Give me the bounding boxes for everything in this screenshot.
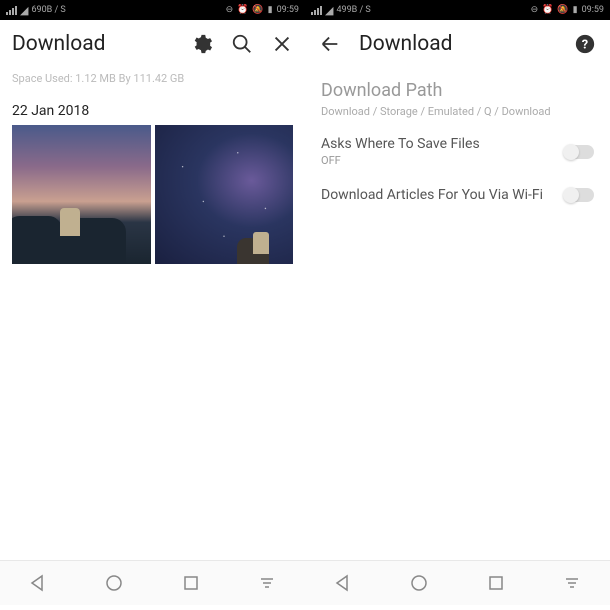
toggle-switch[interactable] [564, 145, 594, 159]
menu-down-icon [560, 571, 584, 595]
page-title: Download [359, 32, 556, 56]
back-button[interactable] [319, 33, 341, 55]
network-speed: 690B / S [31, 5, 65, 15]
alarm-icon: ⏰ [542, 5, 553, 15]
nav-home-button[interactable] [102, 571, 126, 595]
silent-icon: 🔕 [557, 5, 568, 15]
nav-menu-button[interactable] [255, 571, 279, 595]
nav-menu-button[interactable] [560, 571, 584, 595]
space-used-label: Space Used: 1.12 MB By 111.42 GB [0, 68, 305, 95]
nav-home-button[interactable] [407, 571, 431, 595]
menu-down-icon [255, 571, 279, 595]
search-icon [231, 33, 253, 55]
setting-sublabel: OFF [321, 154, 564, 167]
clock-text: 09:59 [277, 5, 299, 15]
gear-icon [191, 33, 213, 55]
setting-download-via-wifi[interactable]: Download Articles For You Via Wi-Fi [305, 177, 610, 213]
clock-text: 09:59 [582, 5, 604, 15]
status-bar: ◢ 499B / S ⊖ ⏰ 🔕 ▮ 09:59 [305, 0, 610, 20]
download-thumbnail[interactable] [12, 125, 151, 264]
setting-label: Download Articles For You Via Wi-Fi [321, 187, 564, 203]
page-title: Download [12, 32, 191, 56]
close-icon [271, 33, 293, 55]
alarm-icon: ⏰ [237, 5, 248, 15]
date-group-header: 22 Jan 2018 [0, 95, 305, 125]
status-bar: ◢ 690B / S ⊖ ⏰ 🔕 ▮ 09:59 [0, 0, 305, 20]
setting-label: Asks Where To Save Files [321, 136, 564, 152]
triangle-back-icon [26, 571, 50, 595]
dnd-icon: ⊖ [531, 5, 539, 15]
square-recent-icon [179, 571, 203, 595]
arrow-left-icon [319, 33, 341, 55]
signal-icon [6, 6, 17, 15]
download-path-section[interactable]: Download Path Download / Storage / Emula… [305, 68, 610, 126]
nav-recent-button[interactable] [179, 571, 203, 595]
section-title: Download Path [321, 80, 594, 101]
app-header: Download ? [305, 20, 610, 68]
path-breadcrumb: Download / Storage / Emulated / Q / Down… [321, 105, 594, 118]
square-recent-icon [484, 571, 508, 595]
nav-recent-button[interactable] [484, 571, 508, 595]
circle-home-icon [102, 571, 126, 595]
screen-downloads: ◢ 690B / S ⊖ ⏰ 🔕 ▮ 09:59 Download [0, 0, 305, 560]
settings-button[interactable] [191, 33, 213, 55]
thumbnail-grid [0, 125, 305, 264]
signal-icon [311, 6, 322, 15]
dnd-icon: ⊖ [226, 5, 234, 15]
nav-back-button[interactable] [331, 571, 355, 595]
system-nav-bar [0, 560, 610, 605]
help-button[interactable]: ? [574, 33, 596, 55]
help-icon: ? [574, 33, 596, 55]
battery-icon: ▮ [573, 5, 578, 15]
circle-home-icon [407, 571, 431, 595]
screen-download-settings: ◢ 499B / S ⊖ ⏰ 🔕 ▮ 09:59 Download ? Down… [305, 0, 610, 560]
close-button[interactable] [271, 33, 293, 55]
battery-icon: ▮ [268, 5, 273, 15]
network-speed: 499B / S [336, 5, 370, 15]
toggle-switch[interactable] [564, 188, 594, 202]
setting-ask-where-to-save[interactable]: Asks Where To Save Files OFF [305, 126, 610, 177]
download-thumbnail[interactable] [155, 125, 294, 264]
svg-text:?: ? [582, 38, 588, 53]
nav-back-button[interactable] [26, 571, 50, 595]
search-button[interactable] [231, 33, 253, 55]
triangle-back-icon [331, 571, 355, 595]
silent-icon: 🔕 [252, 5, 263, 15]
app-header: Download [0, 20, 305, 68]
wifi-icon: ◢ [325, 4, 333, 17]
wifi-icon: ◢ [20, 4, 28, 17]
